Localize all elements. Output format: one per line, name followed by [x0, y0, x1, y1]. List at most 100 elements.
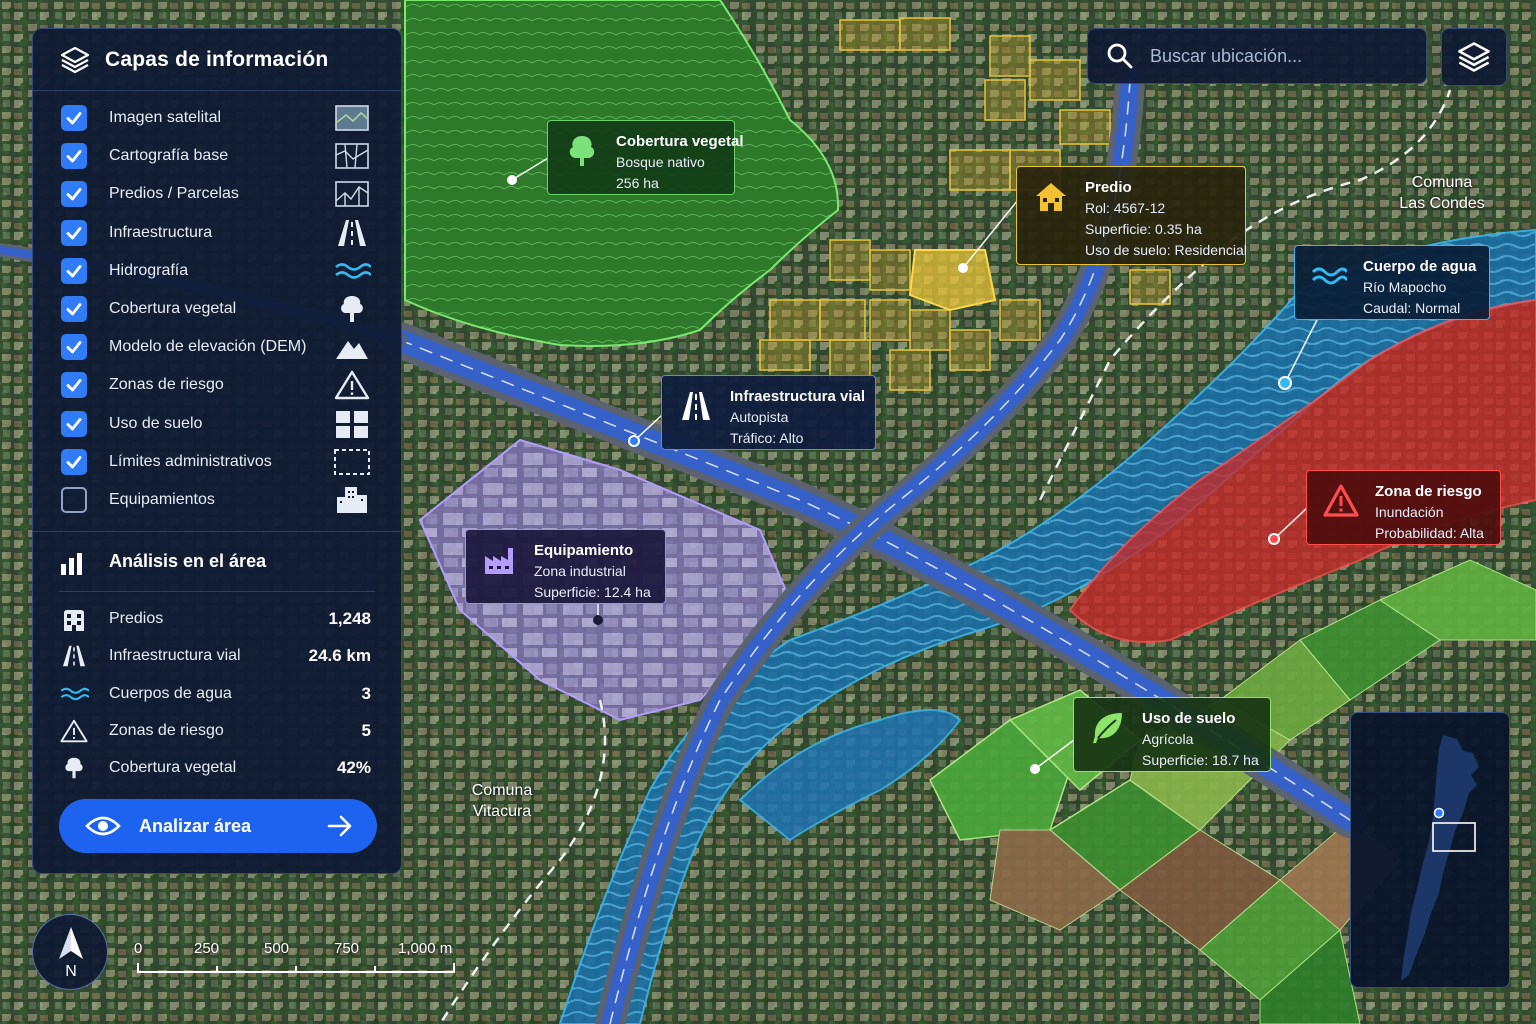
callout-facility[interactable]: Equipamiento Zona industrial Superficie:… — [465, 529, 666, 604]
stat-value: 5 — [361, 720, 371, 740]
callout-landuse[interactable]: Uso de suelo Agrícola Superficie: 18.7 h… — [1073, 697, 1271, 772]
stat-row: Cobertura vegetal 42% — [33, 750, 401, 787]
north-arrow-icon — [59, 927, 83, 959]
layers-panel-header: Capas de información — [33, 29, 401, 91]
stat-label: Infraestructura vial — [109, 647, 241, 665]
water-icon — [1309, 256, 1349, 296]
compass[interactable]: N — [32, 914, 108, 990]
mountain-icon — [333, 332, 371, 362]
layer-row[interactable]: Cobertura vegetal — [33, 290, 401, 328]
search-bar[interactable] — [1087, 28, 1427, 84]
layer-checkbox[interactable] — [61, 296, 87, 323]
layer-row[interactable]: Predios / Parcelas — [33, 175, 401, 213]
layer-label: Cobertura vegetal — [109, 300, 237, 318]
layer-row[interactable]: Imagen satelital — [33, 99, 401, 137]
layer-label: Uso de suelo — [109, 414, 203, 432]
callout-facility-line-1: Zona industrial — [534, 563, 626, 579]
layers-panel-title: Capas de información — [105, 47, 329, 71]
callout-road[interactable]: Infraestructura vial Autopista Tráfico: … — [661, 375, 876, 450]
callout-landuse-line-2: Superficie: 18.7 ha — [1142, 752, 1259, 768]
callout-parcel[interactable]: Predio Rol: 4567-12 Superficie: 0.35 ha … — [1016, 166, 1247, 265]
callout-water-line-1: Río Mapocho — [1363, 279, 1447, 295]
stat-label: Predios — [109, 609, 164, 627]
layer-row[interactable]: Cartografía base — [33, 137, 401, 175]
label-las-condes-line-1: Comuna — [1411, 174, 1473, 191]
layer-row[interactable]: Infraestructura — [33, 214, 401, 252]
layer-label: Modelo de elevación (DEM) — [109, 338, 307, 356]
callout-vegetation-title: Cobertura vegetal — [616, 133, 744, 150]
label-vitacura-line-2: Vitacura — [472, 803, 532, 820]
check-icon — [66, 150, 82, 163]
layer-checkbox[interactable] — [61, 219, 87, 246]
layer-checkbox[interactable] — [61, 257, 87, 284]
callout-landuse-title: Uso de suelo — [1142, 710, 1236, 727]
layer-checkbox[interactable] — [61, 334, 87, 361]
overview-minimap[interactable] — [1350, 712, 1510, 988]
tree-icon — [562, 131, 602, 171]
callout-vegetation[interactable]: Cobertura vegetal Bosque nativo 256 ha — [547, 120, 744, 195]
layer-checkbox[interactable] — [61, 181, 87, 208]
callout-water[interactable]: Cuerpo de agua Río Mapocho Caudal: Norma… — [1294, 245, 1490, 320]
stat-value: 1,248 — [328, 608, 371, 628]
layer-label: Hidrografía — [109, 261, 189, 279]
eye-icon — [85, 816, 121, 836]
stat-label: Zonas de riesgo — [109, 721, 224, 739]
road-icon — [59, 642, 89, 670]
callout-water-line-2: Caudal: Normal — [1363, 300, 1461, 316]
layer-checkbox[interactable] — [61, 105, 87, 132]
layer-row[interactable]: Hidrografía — [33, 252, 401, 290]
layer-list: Imagen satelital Cartografía base Predios … — [33, 91, 401, 519]
callout-facility-title: Equipamiento — [534, 542, 634, 559]
layer-row[interactable]: Uso de suelo — [33, 405, 401, 443]
tree-icon — [59, 754, 89, 782]
layer-label: Límites administrativos — [109, 452, 272, 470]
layer-checkbox[interactable] — [61, 372, 87, 399]
analyze-area-button[interactable]: Analizar área — [59, 799, 377, 853]
road-icon — [676, 386, 716, 426]
callout-vegetation-line-1: Bosque nativo — [616, 154, 705, 170]
layer-row[interactable]: Zonas de riesgo — [33, 366, 401, 404]
callout-road-line-1: Autopista — [730, 409, 789, 425]
callout-parcel-title: Predio — [1085, 179, 1132, 196]
arrow-right-icon — [327, 815, 352, 837]
label-las-condes-line-2: Las Condes — [1399, 195, 1485, 212]
layer-row[interactable]: Equipamientos — [33, 481, 401, 519]
callout-parcel-line-3: Uso de suelo: Residencial — [1085, 242, 1247, 258]
stat-label: Cuerpos de agua — [109, 684, 232, 702]
compass-label: N — [65, 963, 77, 980]
stat-row: Zonas de riesgo 5 — [33, 712, 401, 749]
callout-risk[interactable]: Zona de riesgo Inundación Probabilidad: … — [1306, 470, 1501, 545]
base-map-icon — [333, 141, 371, 171]
stat-row: Infraestructura vial 24.6 km — [33, 637, 401, 674]
warning-icon — [59, 717, 89, 745]
scale-tick-750: 750 — [334, 940, 360, 957]
layer-row[interactable]: Límites administrativos — [33, 443, 401, 481]
layer-checkbox[interactable] — [61, 448, 87, 475]
search-input[interactable] — [1150, 45, 1410, 67]
stat-row: Cuerpos de agua 3 — [33, 675, 401, 712]
leaf-icon — [1088, 708, 1128, 748]
stats-list: Predios 1,248 Infraestructura vial 24.6 km C… — [33, 592, 401, 787]
layer-row[interactable]: Modelo de elevación (DEM) — [33, 328, 401, 366]
check-icon — [66, 455, 82, 469]
stat-label: Cobertura vegetal — [109, 759, 237, 777]
dashed-border-icon — [333, 447, 371, 477]
check-icon — [66, 379, 82, 392]
analysis-header: Análisis en el área — [33, 531, 401, 591]
search-icon — [1107, 43, 1133, 69]
scale-line — [137, 963, 455, 973]
scale-tick-1000: 1,000 m — [398, 940, 453, 957]
analyze-area-label: Analizar área — [139, 815, 252, 836]
buildings-icon — [333, 485, 371, 515]
layer-label: Equipamientos — [109, 490, 215, 508]
road-icon — [333, 218, 371, 248]
callout-landuse-line-1: Agrícola — [1142, 731, 1194, 747]
layers-toggle-button[interactable] — [1441, 28, 1507, 86]
check-icon — [66, 341, 82, 354]
check-icon — [66, 417, 82, 430]
callout-risk-line-2: Probabilidad: Alta — [1375, 525, 1484, 541]
callout-parcel-line-1: Rol: 4567-12 — [1085, 200, 1166, 216]
layer-checkbox[interactable] — [61, 410, 87, 437]
layer-checkbox[interactable] — [61, 143, 87, 170]
layer-checkbox[interactable] — [61, 486, 87, 513]
